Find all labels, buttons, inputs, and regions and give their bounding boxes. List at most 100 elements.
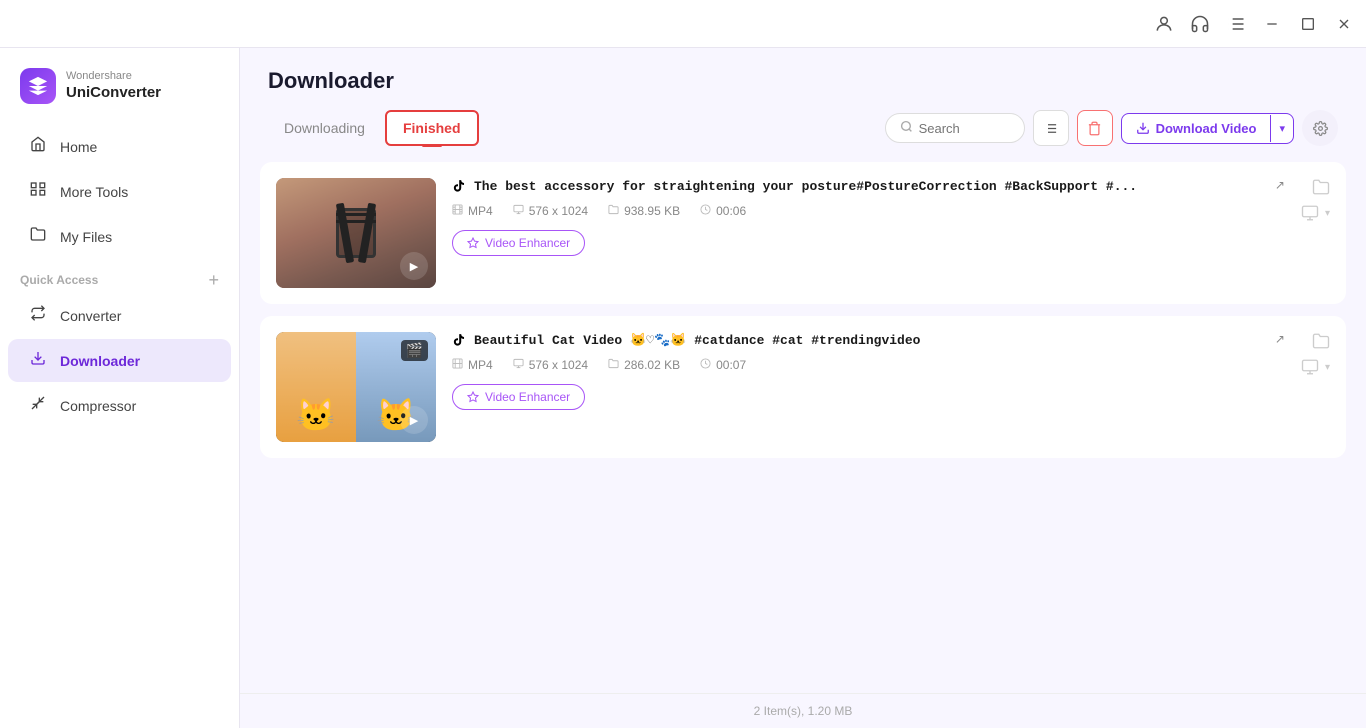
clock-icon-2 bbox=[700, 358, 711, 372]
video-enhancer-button-1[interactable]: Video Enhancer bbox=[452, 230, 585, 256]
video-info-2: Beautiful Cat Video 🐱♡🐾🐱 #catdance #cat … bbox=[452, 332, 1285, 410]
search-box[interactable] bbox=[885, 113, 1025, 143]
tiktok-icon-2 bbox=[452, 333, 466, 350]
page-header: Downloader bbox=[240, 48, 1366, 110]
downloader-icon bbox=[28, 350, 48, 371]
duration-value-1: 00:06 bbox=[716, 204, 746, 218]
resolution-icon-1 bbox=[513, 204, 524, 218]
sidebar-item-my-files[interactable]: My Files bbox=[8, 215, 231, 258]
sidebar-item-home-label: Home bbox=[60, 139, 97, 155]
meta-format-2: MP4 bbox=[452, 358, 493, 372]
brand-name: Wondershare bbox=[66, 70, 161, 83]
tab-finished[interactable]: Finished bbox=[385, 110, 479, 146]
sidebar: Wondershare UniConverter Home More Tools… bbox=[0, 48, 240, 728]
sidebar-item-downloader[interactable]: Downloader bbox=[8, 339, 231, 382]
film-icon-2 bbox=[452, 358, 463, 372]
logo-area: Wondershare UniConverter bbox=[0, 60, 239, 124]
folder-icon-2 bbox=[608, 358, 619, 372]
size-value-2: 286.02 KB bbox=[624, 358, 680, 372]
format-value-2: MP4 bbox=[468, 358, 493, 372]
sidebar-item-compressor[interactable]: Compressor bbox=[8, 384, 231, 427]
sidebar-item-more-tools[interactable]: More Tools bbox=[8, 170, 231, 213]
video-meta-2: MP4 576 x 1024 286.02 KB bbox=[452, 358, 1285, 372]
more-actions-button-1[interactable]: ▾ bbox=[1301, 204, 1330, 222]
meta-duration-2: 00:07 bbox=[700, 358, 746, 372]
format-value-1: MP4 bbox=[468, 204, 493, 218]
search-icon bbox=[900, 120, 913, 136]
meta-resolution-2: 576 x 1024 bbox=[513, 358, 588, 372]
external-link-1[interactable]: ↗ bbox=[1275, 178, 1285, 192]
clock-icon-1 bbox=[700, 204, 711, 218]
my-files-icon bbox=[28, 226, 48, 247]
card-actions-2: ▾ bbox=[1301, 332, 1330, 376]
meta-format-1: MP4 bbox=[452, 204, 493, 218]
video-title-1: The best accessory for straightening you… bbox=[474, 178, 1267, 196]
card-actions-1: ▾ bbox=[1301, 178, 1330, 222]
folder-icon-1 bbox=[608, 204, 619, 218]
quick-access-add-button[interactable]: + bbox=[208, 271, 219, 289]
list-view-button[interactable] bbox=[1033, 110, 1069, 146]
app-logo bbox=[20, 68, 56, 104]
tiktok-icon-1 bbox=[452, 179, 466, 196]
download-video-dropdown[interactable]: ▾ bbox=[1270, 115, 1293, 142]
app-name: UniConverter bbox=[66, 84, 161, 102]
sidebar-item-converter[interactable]: Converter bbox=[8, 294, 231, 337]
quick-access-header: Quick Access + bbox=[0, 263, 239, 293]
film-icon-1 bbox=[452, 204, 463, 218]
delete-button[interactable] bbox=[1077, 110, 1113, 146]
status-bar: 2 Item(s), 1.20 MB bbox=[240, 693, 1366, 728]
meta-size-1: 938.95 KB bbox=[608, 204, 680, 218]
tab-downloading[interactable]: Downloading bbox=[268, 112, 381, 144]
more-tools-icon bbox=[28, 181, 48, 202]
resolution-value-2: 576 x 1024 bbox=[529, 358, 588, 372]
more-actions-button-2[interactable]: ▾ bbox=[1301, 358, 1330, 376]
open-folder-button-1[interactable] bbox=[1312, 178, 1330, 196]
download-video-label: Download Video bbox=[1156, 121, 1257, 136]
size-value-1: 938.95 KB bbox=[624, 204, 680, 218]
page-title: Downloader bbox=[268, 68, 1338, 94]
video-title-2: Beautiful Cat Video 🐱♡🐾🐱 #catdance #cat … bbox=[474, 332, 1267, 350]
tab-bar: Downloading Finished bbox=[240, 110, 1366, 146]
window-controls bbox=[1154, 14, 1354, 34]
resolution-value-1: 576 x 1024 bbox=[529, 204, 588, 218]
sidebar-item-converter-label: Converter bbox=[60, 308, 121, 324]
meta-size-2: 286.02 KB bbox=[608, 358, 680, 372]
video-thumbnail-1: ▶ bbox=[276, 178, 436, 288]
search-input[interactable] bbox=[919, 121, 999, 136]
title-bar bbox=[0, 0, 1366, 48]
play-icon-1[interactable]: ▶ bbox=[400, 252, 428, 280]
video-enhancer-button-2[interactable]: Video Enhancer bbox=[452, 384, 585, 410]
duration-value-2: 00:07 bbox=[716, 358, 746, 372]
download-video-button[interactable]: Download Video ▾ bbox=[1121, 113, 1294, 144]
open-folder-button-2[interactable] bbox=[1312, 332, 1330, 350]
video-card-1: ▶ The best accessory for straightening y… bbox=[260, 162, 1346, 304]
video-card-2: 🐱 🐱 🎬 ▶ Beautiful Cat Video 🐱 bbox=[260, 316, 1346, 458]
video-thumbnail-2: 🐱 🐱 🎬 ▶ bbox=[276, 332, 436, 442]
settings-button[interactable] bbox=[1302, 110, 1338, 146]
play-icon-2[interactable]: ▶ bbox=[400, 406, 428, 434]
main-content: Downloader Downloading Finished bbox=[240, 48, 1366, 728]
external-link-2[interactable]: ↗ bbox=[1275, 332, 1285, 346]
sidebar-item-downloader-label: Downloader bbox=[60, 353, 140, 369]
minimize-button[interactable] bbox=[1262, 14, 1282, 34]
sidebar-item-my-files-label: My Files bbox=[60, 229, 112, 245]
video-meta-1: MP4 576 x 1024 938.95 KB bbox=[452, 204, 1285, 218]
close-button[interactable] bbox=[1334, 14, 1354, 34]
account-icon[interactable] bbox=[1154, 14, 1174, 34]
sidebar-item-compressor-label: Compressor bbox=[60, 398, 136, 414]
converter-icon bbox=[28, 305, 48, 326]
video-info-1: The best accessory for straightening you… bbox=[452, 178, 1285, 256]
status-text: 2 Item(s), 1.20 MB bbox=[754, 704, 853, 718]
meta-duration-1: 00:06 bbox=[700, 204, 746, 218]
video-list: ▶ The best accessory for straightening y… bbox=[240, 162, 1366, 693]
meta-resolution-1: 576 x 1024 bbox=[513, 204, 588, 218]
compressor-icon bbox=[28, 395, 48, 416]
home-icon bbox=[28, 136, 48, 157]
sidebar-item-more-tools-label: More Tools bbox=[60, 184, 128, 200]
sidebar-item-home[interactable]: Home bbox=[8, 125, 231, 168]
quick-access-label: Quick Access bbox=[20, 273, 98, 287]
maximize-button[interactable] bbox=[1298, 14, 1318, 34]
headset-icon[interactable] bbox=[1190, 14, 1210, 34]
resolution-icon-2 bbox=[513, 358, 524, 372]
list-icon[interactable] bbox=[1226, 14, 1246, 34]
